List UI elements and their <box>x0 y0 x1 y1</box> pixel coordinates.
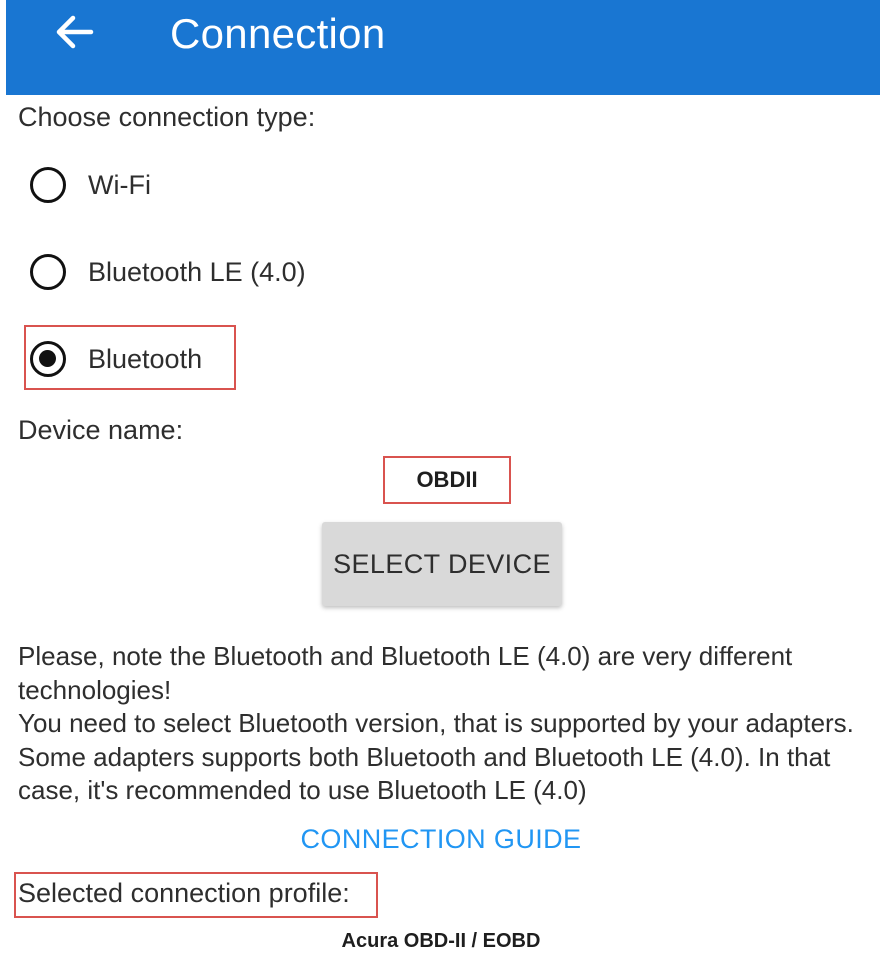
highlight-box-bluetooth <box>24 325 236 390</box>
connection-guide-link[interactable]: CONNECTION GUIDE <box>0 824 882 855</box>
arrow-left-icon <box>54 15 94 54</box>
highlight-box-profile <box>14 872 378 918</box>
highlight-box-device <box>383 456 511 504</box>
select-device-button[interactable]: SELECT DEVICE <box>322 522 562 606</box>
app-bar: Connection <box>6 0 880 95</box>
radio-label-bluetooth-le: Bluetooth LE (4.0) <box>88 256 306 287</box>
radio-label-wifi: Wi-Fi <box>88 169 151 200</box>
radio-option-wifi[interactable]: Wi-Fi <box>30 160 151 210</box>
note-paragraph-1: Please, note the Bluetooth and Bluetooth… <box>18 641 793 705</box>
radio-option-bluetooth-le[interactable]: Bluetooth LE (4.0) <box>30 247 306 297</box>
page-title: Connection <box>170 10 386 57</box>
selected-profile-value: Acura OBD-II / EOBD <box>341 930 541 952</box>
device-name-label: Device name: <box>18 415 184 445</box>
connection-type-label: Choose connection type: <box>18 102 316 132</box>
radio-unchecked-icon[interactable] <box>30 167 66 203</box>
note-paragraph-2: You need to select Bluetooth version, th… <box>18 708 854 805</box>
back-button[interactable] <box>42 8 106 60</box>
radio-unchecked-icon[interactable] <box>30 254 66 290</box>
info-note: Please, note the Bluetooth and Bluetooth… <box>18 640 868 808</box>
